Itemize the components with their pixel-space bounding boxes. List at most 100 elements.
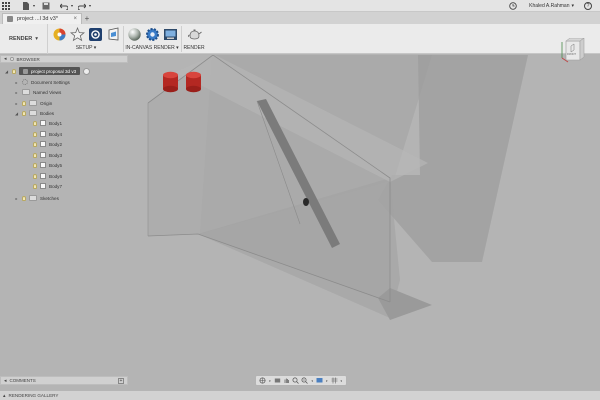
expand-triangle-icon[interactable]: ▸ xyxy=(14,101,19,106)
folder-icon xyxy=(29,110,37,116)
chevron-down-icon[interactable]: ▾ xyxy=(311,377,314,384)
expand-icon[interactable]: ▴ xyxy=(3,393,6,399)
tree-item-body[interactable]: Body6 xyxy=(33,171,62,181)
apps-grid-icon[interactable] xyxy=(0,0,12,12)
user-name: Khaled A.Rahman xyxy=(529,3,570,9)
user-menu[interactable]: Khaled A.Rahman ▾ xyxy=(529,3,574,9)
comments-label: COMMENTS xyxy=(9,378,36,383)
tree-root[interactable]: ◢ project proposal 3d v3 xyxy=(4,66,91,76)
display-settings-icon[interactable] xyxy=(316,377,323,384)
expand-triangle-icon[interactable]: ▸ xyxy=(14,80,19,85)
document-tab[interactable]: project ...l 3d v3* × xyxy=(2,13,82,24)
tree-item-body[interactable]: Body7 xyxy=(33,181,62,191)
view-cube[interactable]: FRONT xyxy=(560,37,586,66)
chevron-down-icon[interactable]: ▾ xyxy=(88,0,92,12)
body-icon xyxy=(40,183,46,189)
red-cylinder-left xyxy=(163,71,178,93)
visibility-bulb-icon[interactable] xyxy=(33,152,37,158)
clock-icon[interactable] xyxy=(507,0,519,12)
chevron-down-icon[interactable]: ▾ xyxy=(70,0,74,12)
gear-icon xyxy=(22,79,28,85)
tree-item-body[interactable]: Body3 xyxy=(33,150,62,160)
tree-item-document-settings[interactable]: ▸ Document Settings xyxy=(14,77,70,87)
rendering-gallery-label: RENDERING GALLERY xyxy=(8,393,59,398)
expand-triangle-icon[interactable]: ▸ xyxy=(14,90,19,95)
visibility-bulb-icon[interactable] xyxy=(33,141,37,147)
workspace-switcher[interactable]: RENDER ▾ xyxy=(0,24,48,54)
workspace-label: RENDER xyxy=(9,36,33,42)
redo-icon[interactable] xyxy=(76,0,88,12)
chevron-down-icon: ▾ xyxy=(35,36,38,42)
visibility-bulb-icon[interactable] xyxy=(33,162,37,168)
orbit-icon[interactable] xyxy=(259,377,266,384)
in-canvas-render-icon[interactable] xyxy=(127,27,142,42)
save-icon[interactable] xyxy=(40,0,52,12)
expand-triangle-icon[interactable]: ▸ xyxy=(14,196,19,201)
pan-hand-icon[interactable] xyxy=(283,377,290,384)
body-icon xyxy=(40,120,46,126)
rendering-gallery-bar[interactable]: ▴ RENDERING GALLERY xyxy=(0,390,600,400)
tree-item-named-views[interactable]: ▸ Named Views xyxy=(14,87,61,97)
zoom-icon[interactable] xyxy=(292,377,299,384)
visibility-bulb-icon[interactable] xyxy=(22,195,26,201)
tree-item-sketches[interactable]: ▸ Sketches xyxy=(14,193,59,203)
add-comment-button[interactable]: + xyxy=(118,377,124,384)
physical-material-icon[interactable] xyxy=(70,27,85,42)
collapse-icon[interactable]: ◂ xyxy=(4,56,7,62)
browser-title: BROWSER xyxy=(16,56,40,62)
visibility-bulb-icon[interactable] xyxy=(33,173,37,179)
close-icon[interactable]: × xyxy=(73,16,77,22)
chevron-down-icon[interactable]: ▾ xyxy=(340,377,343,384)
visibility-bulb-icon[interactable] xyxy=(33,120,37,126)
capture-image-icon[interactable] xyxy=(163,27,178,42)
setup-menu[interactable]: SETUP ▾ xyxy=(50,45,122,51)
red-cylinder-right xyxy=(186,71,201,93)
in-canvas-render-menu[interactable]: IN-CANVAS RENDER ▾ xyxy=(124,45,180,51)
viewcube-face-label: FRONT xyxy=(567,53,576,56)
browser-header[interactable]: ◂ BROWSER xyxy=(0,55,128,63)
chevron-down-icon[interactable]: ▾ xyxy=(32,0,36,12)
collapse-icon[interactable]: ◂ xyxy=(4,378,7,384)
render-button[interactable]: RENDER xyxy=(182,45,206,51)
root-component-label: project proposal 3d v3 xyxy=(19,67,81,75)
undo-icon[interactable] xyxy=(58,0,70,12)
tree-item-body[interactable]: Body5 xyxy=(33,160,62,170)
tree-item-body[interactable]: Body1 xyxy=(33,118,62,128)
new-tab-button[interactable]: + xyxy=(82,13,92,24)
folder-icon xyxy=(29,100,37,106)
comments-panel[interactable]: ◂ COMMENTS + xyxy=(0,376,128,385)
visibility-bulb-icon[interactable] xyxy=(12,68,16,74)
folder-icon xyxy=(22,89,30,95)
fit-icon[interactable] xyxy=(301,377,309,384)
tree-item-origin[interactable]: ▸ Origin xyxy=(14,98,52,108)
scene-settings-icon[interactable] xyxy=(88,27,103,42)
tab-label: project ...l 3d v3* xyxy=(17,16,58,22)
visibility-bulb-icon[interactable] xyxy=(33,131,37,137)
activate-component-icon[interactable] xyxy=(83,67,91,75)
decal-icon[interactable] xyxy=(106,27,121,42)
visibility-bulb-icon[interactable] xyxy=(22,110,26,116)
tree-item-body[interactable]: Body4 xyxy=(33,129,62,139)
chevron-down-icon[interactable]: ▾ xyxy=(268,377,271,384)
tree-item-bodies[interactable]: ◢ Bodies xyxy=(14,108,54,118)
render-settings-icon[interactable] xyxy=(145,27,160,42)
appearance-icon[interactable] xyxy=(52,27,67,42)
render-teapot-icon[interactable] xyxy=(187,27,202,42)
collapse-triangle-icon[interactable]: ◢ xyxy=(14,111,19,116)
help-icon[interactable]: ? xyxy=(584,2,592,10)
title-bar: ▾ ▾ ▾ Khaled A.Rahman ▾ ? xyxy=(0,0,600,12)
body-icon xyxy=(40,141,46,147)
visibility-bulb-icon[interactable] xyxy=(33,183,37,189)
file-icon[interactable] xyxy=(20,0,32,12)
body-icon xyxy=(40,152,46,158)
setup-group: SETUP ▾ xyxy=(50,24,122,54)
browser-options-icon[interactable] xyxy=(9,57,14,61)
tree-item-body[interactable]: Body2 xyxy=(33,139,62,149)
visibility-bulb-icon[interactable] xyxy=(22,100,26,106)
look-at-icon[interactable] xyxy=(274,377,281,384)
expand-triangle-icon[interactable]: ◢ xyxy=(4,69,9,74)
body-icon xyxy=(40,131,46,137)
chevron-down-icon[interactable]: ▾ xyxy=(325,377,328,384)
grid-settings-icon[interactable] xyxy=(331,377,338,384)
body-icon xyxy=(40,162,46,168)
